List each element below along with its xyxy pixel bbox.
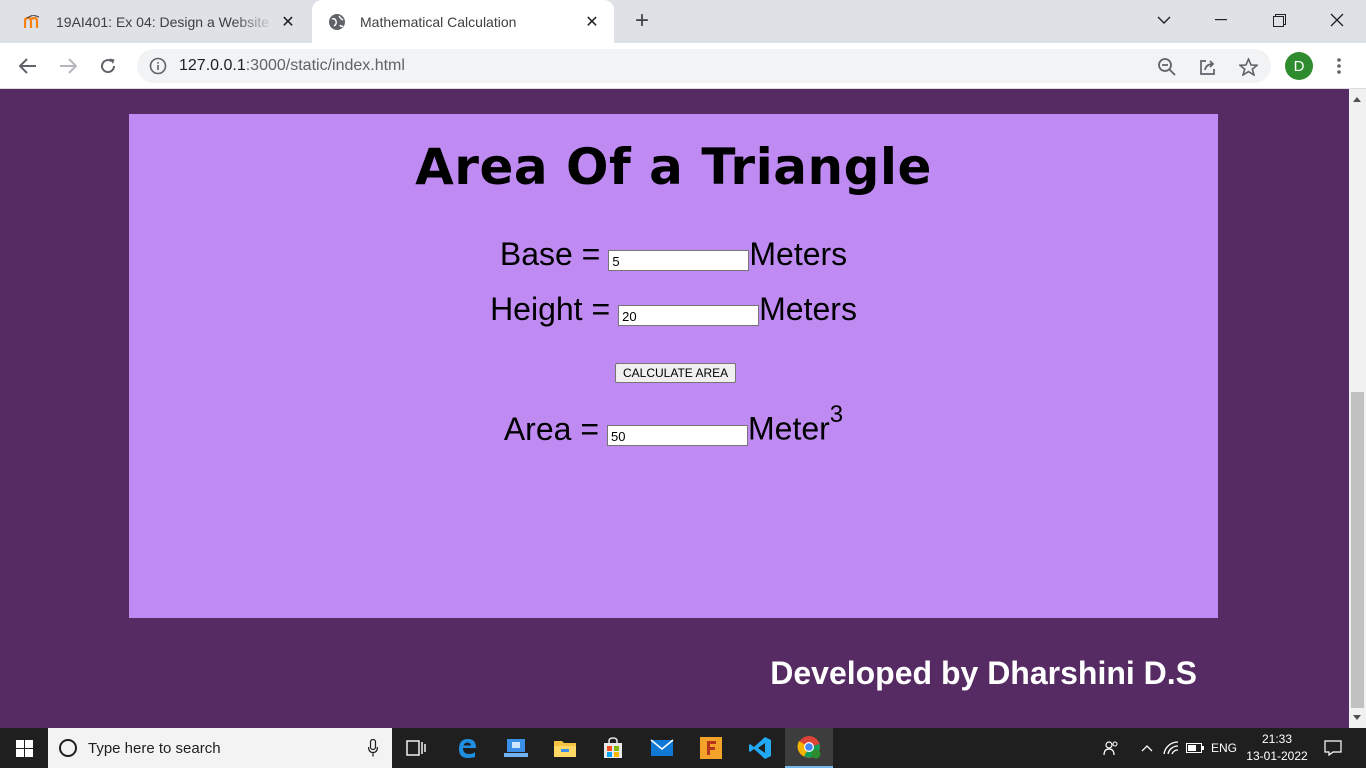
mail-icon[interactable]	[638, 728, 686, 768]
forward-button[interactable]	[52, 50, 84, 82]
clock-time: 21:33	[1261, 732, 1293, 746]
page-viewport: Area Of a Triangle Base = Meters Height …	[0, 89, 1349, 728]
task-view-icon[interactable]	[392, 728, 440, 768]
chevron-up-icon[interactable]	[1138, 728, 1156, 768]
tab-moodle[interactable]: 19AI401: Ex 04: Design a Website ✕	[0, 0, 310, 43]
area-unit-exponent: 3	[829, 401, 844, 428]
notification-icon[interactable]	[1318, 728, 1348, 768]
microphone-icon[interactable]	[368, 738, 378, 757]
close-window-button[interactable]	[1314, 0, 1360, 40]
windows-taskbar: Type here to search ENG 21:33 13-01-2022	[0, 728, 1366, 768]
wifi-icon[interactable]	[1161, 728, 1181, 768]
base-row: Base = Meters	[129, 236, 1218, 273]
address-bar[interactable]: 127.0.0.1:3000/static/index.html	[137, 49, 1271, 83]
restore-button[interactable]	[1256, 0, 1302, 40]
minimize-button[interactable]	[1198, 0, 1244, 40]
taskbar-search-box[interactable]: Type here to search	[48, 728, 392, 768]
url-path: :3000/static/index.html	[245, 57, 405, 74]
scroll-down-arrow-icon[interactable]	[1353, 715, 1361, 720]
taskbar-clock[interactable]: 21:33 13-01-2022	[1242, 731, 1312, 765]
close-icon[interactable]: ✕	[580, 10, 604, 34]
edge-icon[interactable]	[443, 728, 491, 768]
fusion-icon[interactable]	[687, 728, 735, 768]
developer-credit: Developed by Dharshini D.S	[770, 655, 1197, 691]
url-host: 127.0.0.1	[179, 57, 246, 74]
scroll-up-arrow-icon[interactable]	[1353, 97, 1361, 102]
height-input[interactable]	[618, 305, 760, 326]
cortana-icon	[59, 739, 77, 757]
calculator-panel: Area Of a Triangle Base = Meters Height …	[129, 114, 1218, 618]
language-indicator[interactable]: ENG	[1207, 728, 1241, 768]
area-unit: Meter3	[748, 401, 843, 448]
tab-mathematical-calculation[interactable]: Mathematical Calculation ✕	[312, 0, 614, 43]
people-icon[interactable]	[1099, 728, 1123, 768]
tab-title: Mathematical Calculation	[360, 13, 517, 30]
tab-title: 19AI401: Ex 04: Design a Website	[56, 13, 269, 30]
scrollbar-thumb[interactable]	[1351, 392, 1364, 708]
profile-avatar[interactable]: D	[1285, 52, 1313, 80]
page-title: Area Of a Triangle	[415, 138, 932, 196]
share-icon[interactable]	[1197, 56, 1219, 78]
new-tab-button[interactable]: +	[628, 8, 656, 36]
windows-start-icon[interactable]	[0, 728, 48, 768]
clock-date: 13-01-2022	[1246, 749, 1308, 763]
vscode-icon[interactable]	[736, 728, 784, 768]
vertical-scrollbar[interactable]	[1349, 89, 1366, 728]
height-unit: Meters	[759, 291, 857, 327]
area-label: Area =	[503, 410, 599, 447]
height-row: Height = Meters	[129, 291, 1218, 328]
chrome-icon[interactable]	[785, 728, 833, 768]
battery-icon[interactable]	[1184, 728, 1206, 768]
base-unit: Meters	[749, 236, 848, 272]
globe-icon	[328, 13, 346, 31]
tab-strip: 19AI401: Ex 04: Design a Website ✕ Mathe…	[0, 0, 1366, 43]
store-icon[interactable]	[589, 728, 637, 768]
url-text: 127.0.0.1:3000/static/index.html	[179, 57, 405, 75]
close-icon[interactable]: ✕	[276, 10, 300, 34]
height-label: Height =	[490, 291, 611, 327]
file-explorer-icon[interactable]	[541, 728, 589, 768]
area-row: Area = Meter3	[129, 401, 1218, 448]
area-unit-text: Meter	[748, 410, 830, 447]
reload-button[interactable]	[92, 50, 124, 82]
menu-icon[interactable]	[1323, 50, 1355, 82]
info-icon[interactable]	[149, 57, 167, 75]
back-button[interactable]	[12, 50, 44, 82]
base-label: Base =	[499, 236, 601, 272]
calculate-area-button[interactable]: CALCULATE AREA	[615, 363, 737, 383]
browser-toolbar: 127.0.0.1:3000/static/index.html D	[0, 43, 1366, 89]
zoom-out-icon[interactable]	[1156, 56, 1178, 78]
base-input[interactable]	[608, 250, 750, 271]
bookmark-star-icon[interactable]	[1237, 56, 1259, 78]
moodle-icon	[24, 13, 42, 31]
app-icon[interactable]	[492, 728, 540, 768]
area-output[interactable]	[607, 424, 748, 446]
tab-search-icon[interactable]	[1141, 0, 1187, 40]
search-placeholder: Type here to search	[88, 739, 221, 757]
